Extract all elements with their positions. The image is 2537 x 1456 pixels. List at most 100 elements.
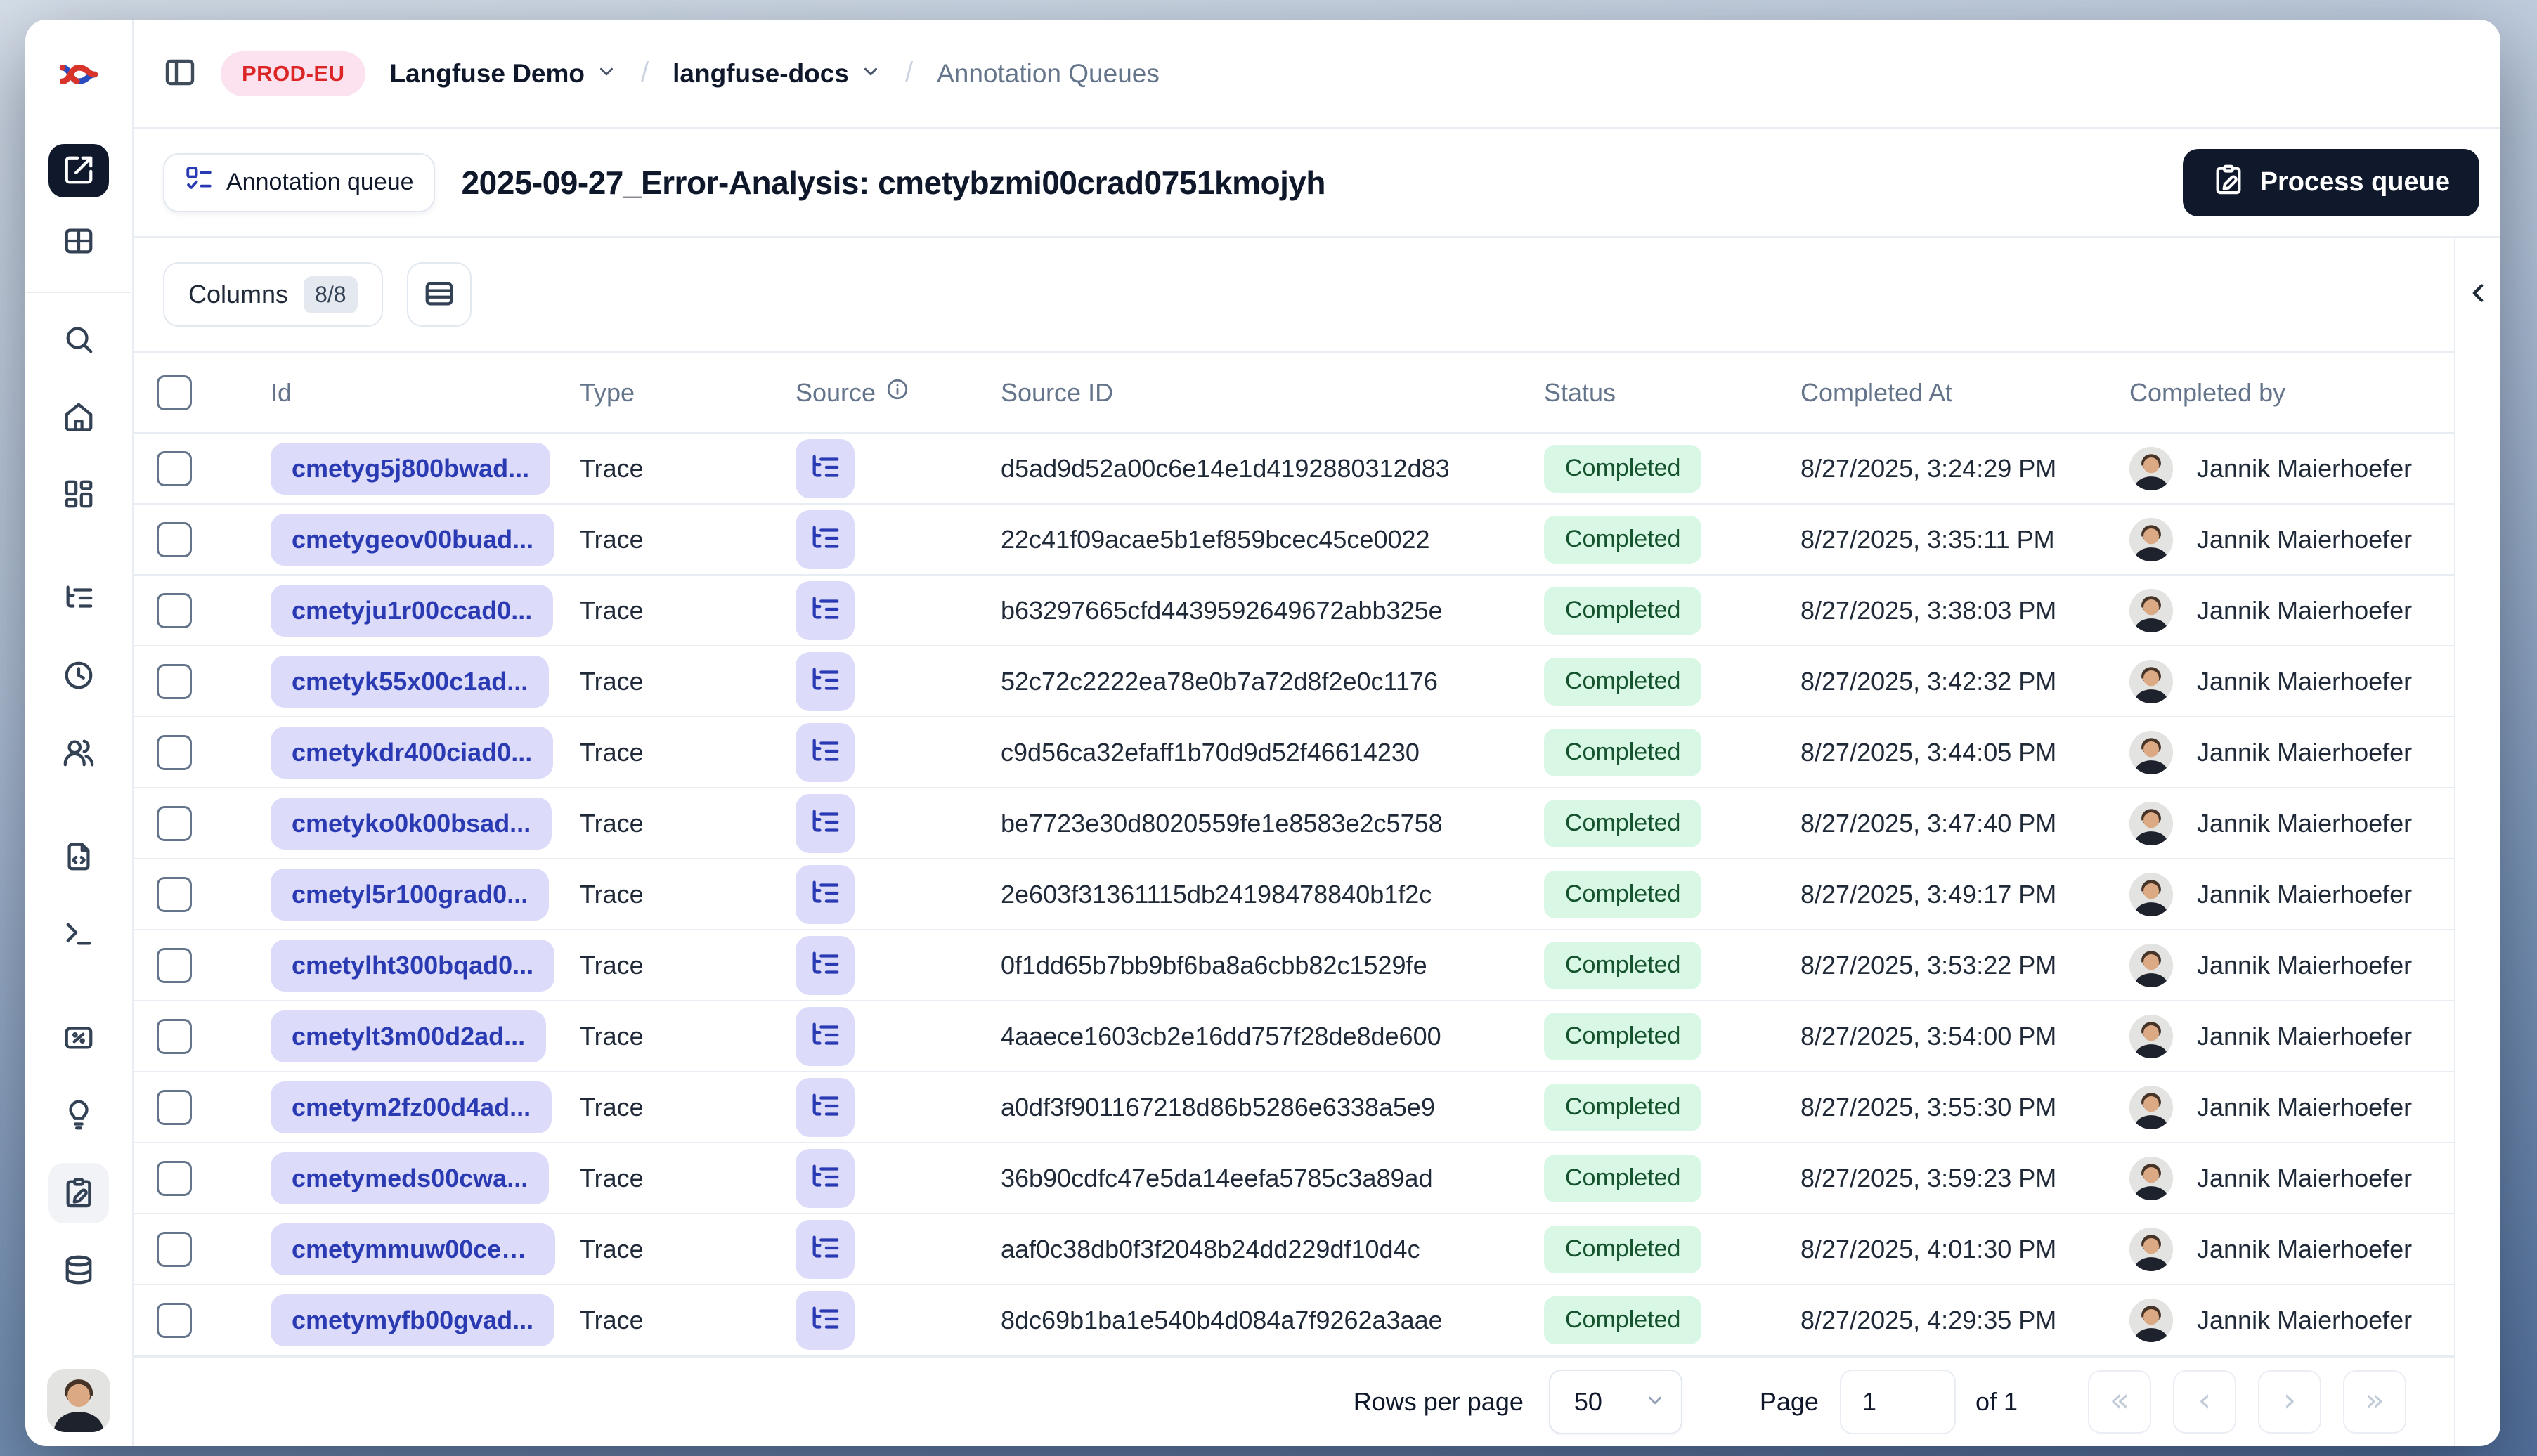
annotation-queue-badge: Annotation queue: [163, 152, 435, 212]
row-completed-by: Jannik Maierhoefer: [2197, 879, 2413, 909]
status-badge: Completed: [1544, 870, 1702, 918]
sidebar-item-scores[interactable]: [48, 1008, 109, 1069]
sidebar-item-table-view[interactable]: [48, 212, 109, 272]
row-checkbox[interactable]: [157, 1302, 192, 1338]
sidebar-item-datasets[interactable]: [48, 1240, 109, 1301]
trace-source-button[interactable]: [796, 722, 855, 782]
avatar: [2129, 1227, 2173, 1271]
user-avatar[interactable]: [47, 1369, 110, 1432]
row-id-link[interactable]: cmetymmuw00cea...: [271, 1223, 555, 1275]
chevron-down-icon: [596, 61, 617, 86]
row-id-link[interactable]: cmetylht300bqad0...: [271, 939, 555, 992]
sidebar-item-sessions[interactable]: [48, 646, 109, 706]
avatar: [2129, 588, 2173, 632]
list-tree-icon: [809, 806, 841, 840]
sidebar-item-launcher[interactable]: [48, 144, 109, 197]
panel-left-icon: [163, 56, 197, 91]
next-page-button[interactable]: ›: [2258, 1370, 2321, 1434]
sidebar-item-home[interactable]: [48, 387, 109, 448]
trace-source-button[interactable]: [796, 793, 855, 853]
row-checkbox[interactable]: [157, 450, 192, 486]
sidebar-item-dashboards[interactable]: [48, 464, 109, 525]
row-id-link[interactable]: cmetyg5j800bwad...: [271, 442, 551, 495]
row-id-link[interactable]: cmetykdr400ciad0...: [271, 726, 554, 779]
collapse-panel-button[interactable]: [2458, 274, 2498, 313]
row-checkbox[interactable]: [157, 663, 192, 699]
breadcrumb-separator: /: [641, 57, 649, 88]
row-id-link[interactable]: cmetyju1r00ccad0...: [271, 584, 554, 637]
columns-button[interactable]: Columns 8/8: [163, 262, 383, 327]
row-checkbox[interactable]: [157, 876, 192, 912]
row-checkbox[interactable]: [157, 1018, 192, 1054]
status-badge: Completed: [1544, 1012, 1702, 1060]
row-completed-at: 8/27/2025, 3:54:00 PM: [1800, 1021, 2057, 1051]
row-checkbox[interactable]: [157, 947, 192, 983]
trace-source-button[interactable]: [796, 1290, 855, 1350]
row-id-link[interactable]: cmetyk55x00c1ad...: [271, 655, 550, 708]
project-switcher[interactable]: langfuse-docs: [673, 59, 881, 89]
first-page-button[interactable]: «: [2088, 1370, 2151, 1434]
row-completed-by: Jannik Maierhoefer: [2197, 1234, 2413, 1263]
sidebar-item-tracing[interactable]: [48, 568, 109, 629]
chevron-down-icon: [860, 61, 881, 86]
page-number-input[interactable]: [1839, 1370, 1956, 1434]
environment-badge[interactable]: PROD-EU: [221, 51, 366, 96]
trace-source-button[interactable]: [796, 651, 855, 711]
sidebar-item-prompts[interactable]: [48, 827, 109, 888]
trace-source-button[interactable]: [796, 580, 855, 640]
status-badge: Completed: [1544, 1225, 1702, 1273]
trace-source-button[interactable]: [796, 1148, 855, 1208]
select-all-checkbox[interactable]: [157, 375, 192, 410]
row-id-link[interactable]: cmetymeds00cwa...: [271, 1152, 550, 1204]
org-switcher[interactable]: Langfuse Demo: [389, 59, 617, 89]
row-completed-at: 8/27/2025, 3:49:17 PM: [1800, 879, 2057, 909]
rows-per-page-select[interactable]: 50: [1548, 1370, 1682, 1434]
row-checkbox[interactable]: [157, 1089, 192, 1125]
trace-source-button[interactable]: [796, 438, 855, 498]
avatar: [2129, 1085, 2173, 1129]
row-source-id: 22c41f09acae5b1ef859bcec45ce0022: [1001, 524, 1430, 554]
row-checkbox[interactable]: [157, 521, 192, 557]
row-checkbox[interactable]: [157, 1231, 192, 1267]
trace-source-button[interactable]: [796, 509, 855, 569]
trace-source-button[interactable]: [796, 1006, 855, 1066]
row-id-link[interactable]: cmetym2fz00d4ad...: [271, 1081, 552, 1133]
row-checkbox[interactable]: [157, 1160, 192, 1196]
trace-source-button[interactable]: [796, 864, 855, 924]
process-queue-button[interactable]: Process queue: [2182, 148, 2479, 216]
row-completed-by: Jannik Maierhoefer: [2197, 453, 2413, 483]
trace-source-button[interactable]: [796, 935, 855, 995]
clock-icon: [63, 659, 95, 694]
row-height-button[interactable]: [406, 262, 472, 327]
row-id-link[interactable]: cmetymyfb00gvad...: [271, 1294, 555, 1346]
info-icon[interactable]: [885, 377, 909, 408]
sidebar-item-search[interactable]: [48, 310, 109, 370]
avatar: [2129, 1298, 2173, 1342]
row-id-link[interactable]: cmetygeov00buad...: [271, 513, 555, 566]
trace-source-button[interactable]: [796, 1219, 855, 1279]
row-checkbox[interactable]: [157, 734, 192, 770]
chevron-down-icon: [1644, 1390, 1666, 1415]
row-checkbox[interactable]: [157, 592, 192, 628]
avatar: [2129, 872, 2173, 916]
table-icon: [63, 225, 95, 259]
row-source-id: 36b90cdfc47e5da14eefa5785c3a89ad: [1001, 1163, 1433, 1192]
row-type: Trace: [580, 1234, 644, 1263]
list-tree-icon: [809, 877, 841, 911]
row-completed-at: 8/27/2025, 3:42:32 PM: [1800, 666, 2057, 696]
sidebar-toggle-button[interactable]: [163, 56, 197, 91]
status-badge: Completed: [1544, 941, 1702, 989]
list-checks-icon: [184, 164, 214, 200]
previous-page-button[interactable]: ‹: [2173, 1370, 2236, 1434]
sidebar-item-evaluators[interactable]: [48, 1086, 109, 1146]
last-page-button[interactable]: »: [2343, 1370, 2406, 1434]
trace-source-button[interactable]: [796, 1077, 855, 1137]
row-id-link[interactable]: cmetyl5r100grad0...: [271, 868, 550, 921]
row-checkbox[interactable]: [157, 805, 192, 841]
row-id-link[interactable]: cmetylt3m00d2ad...: [271, 1010, 547, 1062]
row-source-id: 4aaece1603cb2e16dd757f28de8de600: [1001, 1021, 1441, 1051]
sidebar-item-annotation-queues[interactable]: [48, 1163, 109, 1223]
sidebar-item-users[interactable]: [48, 723, 109, 784]
sidebar-item-playground[interactable]: [48, 904, 109, 965]
row-id-link[interactable]: cmetyko0k00bsad...: [271, 797, 552, 850]
